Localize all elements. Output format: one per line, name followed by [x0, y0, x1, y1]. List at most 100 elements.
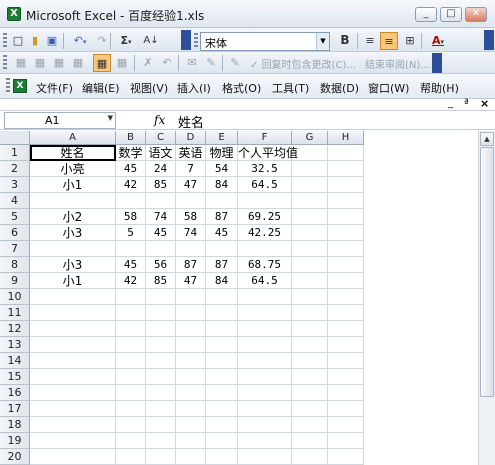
column-header-e[interactable]: E	[206, 131, 238, 145]
cell-a2[interactable]: 小亮	[30, 161, 116, 177]
cell-g4[interactable]	[292, 193, 328, 209]
cell-d10[interactable]	[176, 289, 206, 305]
toolbar-grip[interactable]	[3, 55, 7, 71]
cell-h3[interactable]	[328, 177, 364, 193]
cell-a10[interactable]	[30, 289, 116, 305]
cell-h7[interactable]	[328, 241, 364, 257]
row-header-1[interactable]: 1	[0, 145, 30, 161]
row-header-13[interactable]: 13	[0, 337, 30, 353]
cell-d11[interactable]	[176, 305, 206, 321]
cell-e1[interactable]: 物理	[206, 145, 238, 161]
column-header-a[interactable]: A	[30, 131, 116, 145]
cell-a14[interactable]	[30, 353, 116, 369]
cell-c6[interactable]: 45	[146, 225, 176, 241]
cell-a13[interactable]	[30, 337, 116, 353]
cell-g5[interactable]	[292, 209, 328, 225]
cell-g17[interactable]	[292, 401, 328, 417]
cell-a20[interactable]	[30, 449, 116, 465]
cell-d6[interactable]: 74	[176, 225, 206, 241]
cell-a18[interactable]	[30, 417, 116, 433]
cell-g9[interactable]	[292, 273, 328, 289]
cell-e16[interactable]	[206, 385, 238, 401]
cell-f1[interactable]: 个人平均值	[238, 145, 298, 161]
cell-e3[interactable]: 84	[206, 177, 238, 193]
cell-f3[interactable]: 64.5	[238, 177, 292, 193]
cell-b5[interactable]: 58	[116, 209, 146, 225]
cell-b11[interactable]	[116, 305, 146, 321]
cell-a19[interactable]	[30, 433, 116, 449]
show-all-comments-icon[interactable]: ▦	[113, 54, 131, 72]
cell-e9[interactable]: 84	[206, 273, 238, 289]
cell-a12[interactable]	[30, 321, 116, 337]
cell-d15[interactable]	[176, 369, 206, 385]
cell-g11[interactable]	[292, 305, 328, 321]
column-header-g[interactable]: G	[292, 131, 328, 145]
cell-h9[interactable]	[328, 273, 364, 289]
menu-window[interactable]: 窗口(W)	[368, 80, 409, 96]
delete-comment-icon[interactable]: ✗	[139, 54, 157, 72]
cell-d2[interactable]: 7	[176, 161, 206, 177]
cell-f14[interactable]	[238, 353, 292, 369]
scroll-thumb[interactable]	[480, 147, 494, 397]
new-file-icon[interactable]: □	[9, 32, 27, 50]
cell-b3[interactable]: 42	[116, 177, 146, 193]
cell-a1[interactable]: 姓名	[30, 145, 116, 161]
cell-c11[interactable]	[146, 305, 176, 321]
cell-b14[interactable]	[116, 353, 146, 369]
insert-function-icon[interactable]: fx	[154, 113, 165, 127]
cell-g14[interactable]	[292, 353, 328, 369]
row-header-20[interactable]: 20	[0, 449, 30, 465]
cell-d19[interactable]	[176, 433, 206, 449]
cell-c5[interactable]: 74	[146, 209, 176, 225]
cell-f4[interactable]	[238, 193, 292, 209]
doc-close-button[interactable]: ×	[480, 98, 489, 109]
toolbar-options-icon[interactable]	[432, 53, 442, 73]
send-mail-icon[interactable]: ✉	[183, 54, 201, 72]
cell-f8[interactable]: 68.75	[238, 257, 292, 273]
cell-f17[interactable]	[238, 401, 292, 417]
cell-h20[interactable]	[328, 449, 364, 465]
save-icon[interactable]: ▣	[43, 32, 61, 50]
cell-h14[interactable]	[328, 353, 364, 369]
cell-d7[interactable]	[176, 241, 206, 257]
cell-g12[interactable]	[292, 321, 328, 337]
select-all-corner[interactable]	[0, 131, 30, 145]
cell-d5[interactable]: 58	[176, 209, 206, 225]
cell-d14[interactable]	[176, 353, 206, 369]
cell-e2[interactable]: 54	[206, 161, 238, 177]
cell-a15[interactable]	[30, 369, 116, 385]
cell-f12[interactable]	[238, 321, 292, 337]
cell-h15[interactable]	[328, 369, 364, 385]
cell-h13[interactable]	[328, 337, 364, 353]
cell-g19[interactable]	[292, 433, 328, 449]
cell-c17[interactable]	[146, 401, 176, 417]
cell-c15[interactable]	[146, 369, 176, 385]
excel-app-icon[interactable]: X	[7, 7, 21, 21]
cell-e17[interactable]	[206, 401, 238, 417]
column-header-d[interactable]: D	[176, 131, 206, 145]
edit-comment-icon[interactable]: ▦	[31, 54, 49, 72]
doc-minimize-button[interactable]: _	[448, 99, 453, 109]
align-center-icon[interactable]: ≡	[380, 32, 398, 50]
cell-d13[interactable]	[176, 337, 206, 353]
cell-a8[interactable]: 小3	[30, 257, 116, 273]
row-header-15[interactable]: 15	[0, 369, 30, 385]
cell-c18[interactable]	[146, 417, 176, 433]
open-folder-icon[interactable]: ▮	[26, 32, 44, 50]
column-header-b[interactable]: B	[116, 131, 146, 145]
cell-c19[interactable]	[146, 433, 176, 449]
cell-b10[interactable]	[116, 289, 146, 305]
cell-g10[interactable]	[292, 289, 328, 305]
menu-edit[interactable]: 编辑(E)	[82, 80, 120, 96]
row-header-8[interactable]: 8	[0, 257, 30, 273]
row-header-18[interactable]: 18	[0, 417, 30, 433]
menu-insert[interactable]: 插入(I)	[177, 80, 211, 96]
cell-a4[interactable]	[30, 193, 116, 209]
row-header-12[interactable]: 12	[0, 321, 30, 337]
menu-format[interactable]: 格式(O)	[222, 80, 261, 96]
cell-a16[interactable]	[30, 385, 116, 401]
cell-e6[interactable]: 45	[206, 225, 238, 241]
ink-icon[interactable]: ✎	[226, 54, 244, 72]
cell-e11[interactable]	[206, 305, 238, 321]
cell-e19[interactable]	[206, 433, 238, 449]
